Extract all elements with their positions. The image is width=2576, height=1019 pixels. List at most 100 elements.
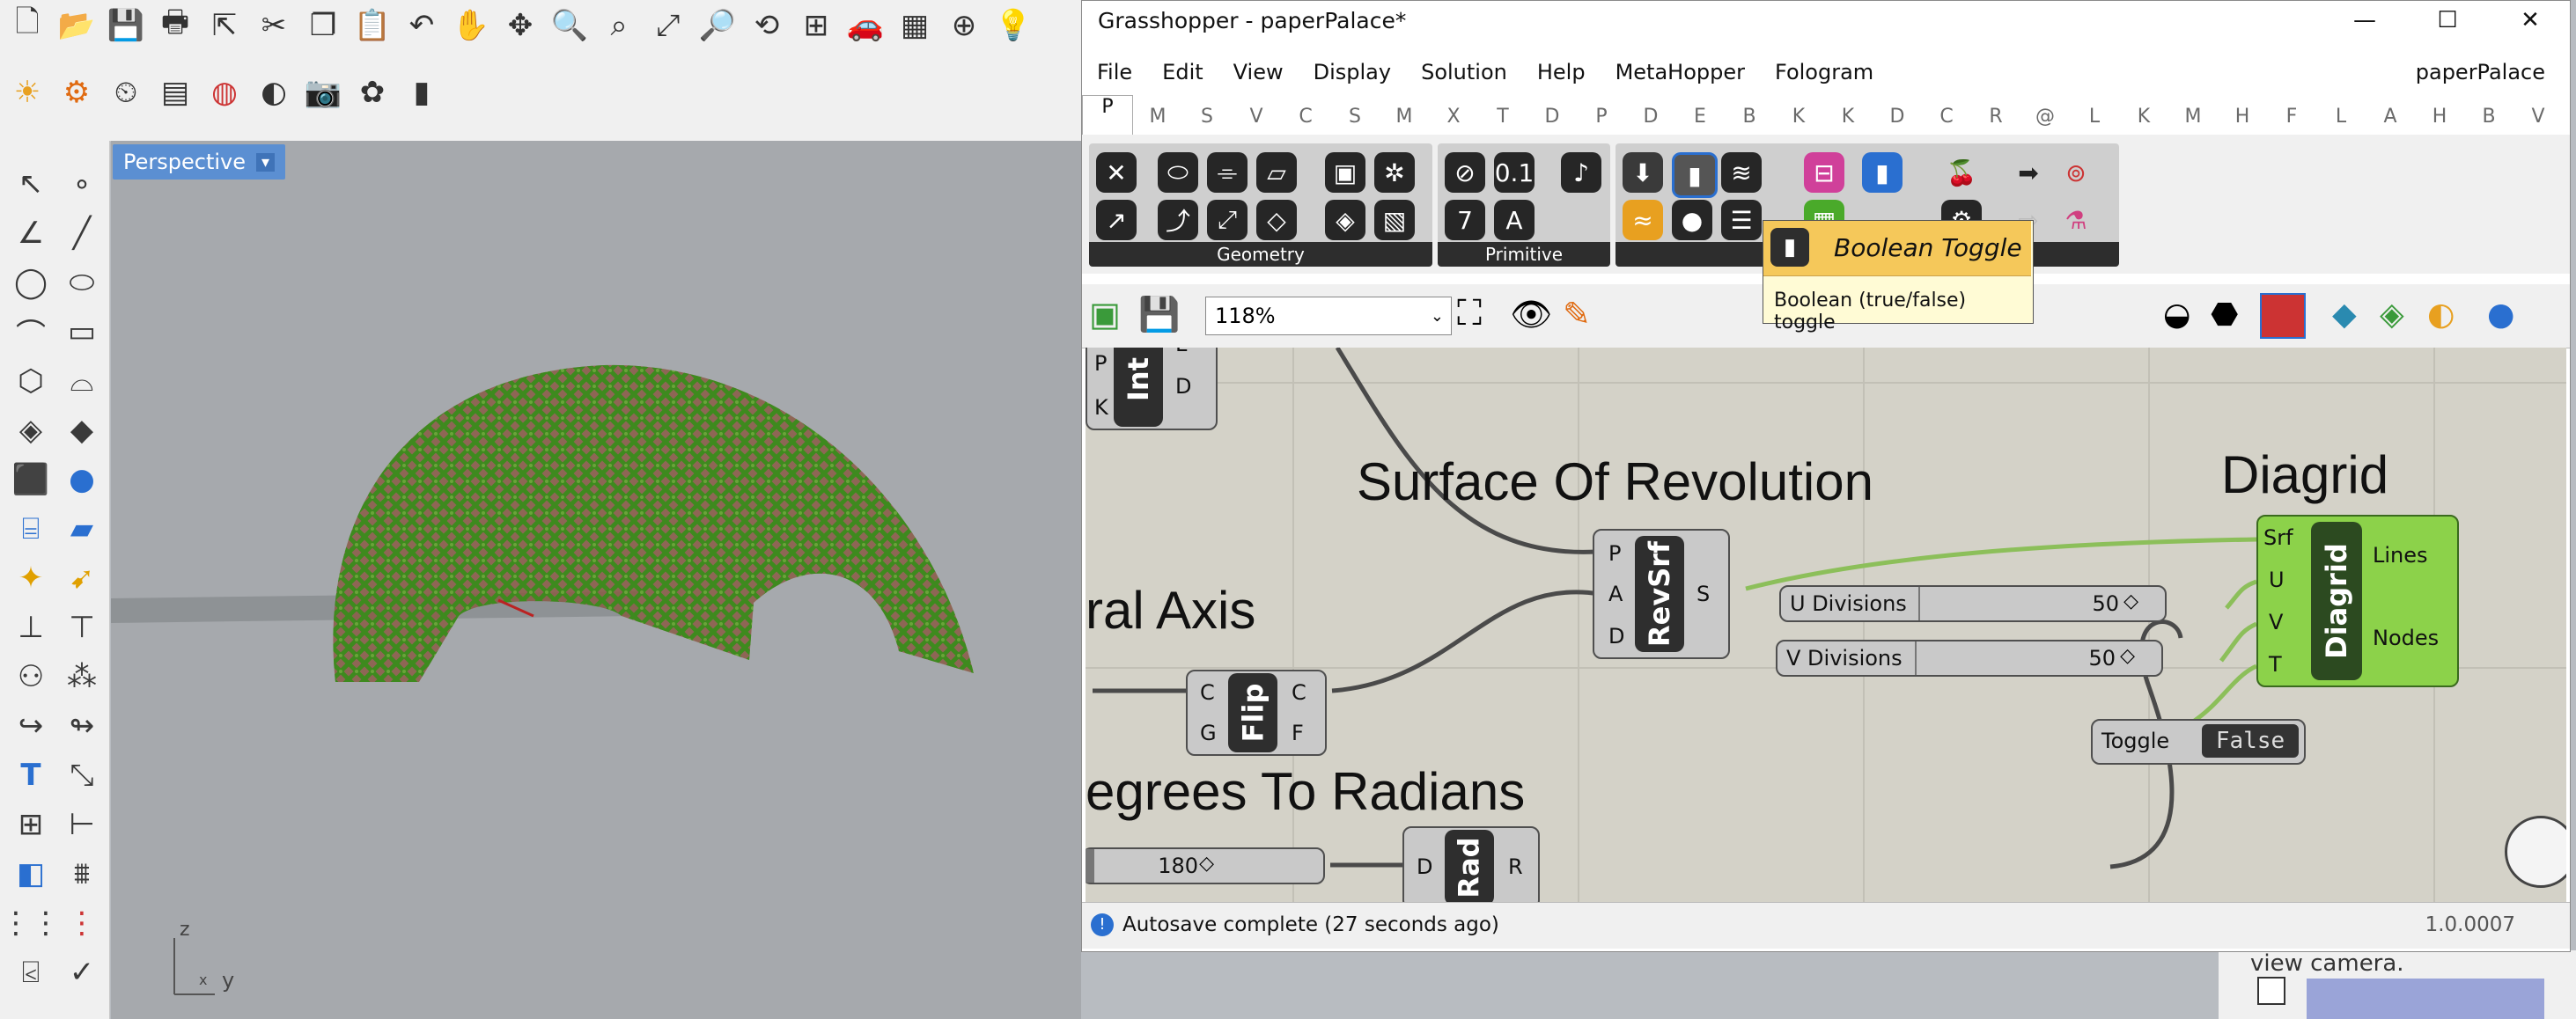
brep-icon[interactable]: ◈ xyxy=(1325,200,1365,240)
arrow-icon[interactable]: ↗ xyxy=(1096,200,1137,240)
tab[interactable]: K xyxy=(2119,106,2168,135)
text-icon[interactable]: T xyxy=(7,751,55,799)
new-file-icon[interactable]: 🗋 xyxy=(5,4,49,48)
music-icon[interactable]: ♪ xyxy=(1561,152,1601,193)
flip-output-c[interactable]: C xyxy=(1292,680,1306,705)
tab[interactable]: H xyxy=(2218,106,2267,135)
materials-icon[interactable]: ◍ xyxy=(202,70,247,114)
mesh-icon[interactable]: ◧ xyxy=(7,850,55,898)
line-icon[interactable]: ╱ xyxy=(58,209,106,257)
boolean-icon[interactable]: ⊘ xyxy=(1445,152,1485,193)
save-icon[interactable]: 💾 xyxy=(104,4,148,48)
print-icon[interactable]: 🖶 xyxy=(153,4,197,48)
integer-icon[interactable]: 7 xyxy=(1445,200,1485,240)
loop-icon[interactable]: ⌯ xyxy=(1207,152,1248,193)
tab[interactable]: E xyxy=(1675,106,1725,135)
surface-icon[interactable]: ◈ xyxy=(7,407,55,454)
diagrid-input-srf[interactable]: Srf xyxy=(2263,525,2293,550)
zoom-extents-icon[interactable]: ⛶ xyxy=(1457,293,1482,334)
slider-knob-icon[interactable]: ◇ xyxy=(2120,645,2135,667)
slider-icon[interactable]: ⊟ xyxy=(1804,152,1844,193)
four-viewports-icon[interactable]: ⊞ xyxy=(794,4,838,48)
rad-input-d[interactable]: D xyxy=(1417,854,1432,879)
arc-icon[interactable]: ⌓ xyxy=(58,357,106,405)
open-file-icon[interactable]: 📂 xyxy=(55,4,99,48)
boolean-icon[interactable]: ⚇ xyxy=(7,653,55,700)
copy-icon[interactable]: ❐ xyxy=(301,4,345,48)
u-divisions-slider[interactable]: U Divisions 50 ◇ xyxy=(1779,585,2167,622)
snap-icon[interactable]: ⋮ xyxy=(58,899,106,947)
tab[interactable]: D xyxy=(1626,106,1675,135)
box-icon[interactable]: ▣ xyxy=(1325,152,1365,193)
int-input-p[interactable]: P xyxy=(1094,351,1107,376)
menu-view[interactable]: View xyxy=(1218,60,1299,84)
light-bulb-icon[interactable]: 💡 xyxy=(991,4,1035,48)
preview-wire-icon[interactable]: ⬣ xyxy=(2211,297,2238,333)
trim-icon[interactable]: ⊥ xyxy=(7,604,55,651)
split-icon[interactable]: ⊤ xyxy=(58,604,106,651)
tab[interactable]: S xyxy=(1182,106,1232,135)
circle-icon[interactable]: ◯ xyxy=(7,259,55,306)
tab[interactable]: H xyxy=(2415,106,2464,135)
tab[interactable]: M xyxy=(2168,106,2218,135)
bar-chart-icon[interactable]: ▮ xyxy=(400,70,444,114)
zoom-extents-icon[interactable]: ⤢ xyxy=(646,4,690,48)
slider-knob-icon[interactable]: ◇ xyxy=(2123,590,2138,612)
loft-icon[interactable]: ◆ xyxy=(58,407,106,454)
render-settings-icon[interactable]: ⚙ xyxy=(55,70,99,114)
tab[interactable]: R xyxy=(1971,106,2020,135)
tab-params[interactable]: P xyxy=(1082,95,1133,135)
layers-icon[interactable]: ▦ xyxy=(893,4,937,48)
menu-file[interactable]: File xyxy=(1082,60,1147,84)
boolean-toggle[interactable]: Toggle False xyxy=(2091,719,2306,765)
sphere-icon[interactable]: ● xyxy=(58,456,106,503)
arrow-right-icon[interactable]: ➡ xyxy=(2008,152,2049,193)
cherry-icon[interactable]: 🍒 xyxy=(1941,152,1982,193)
tab[interactable]: S xyxy=(1330,106,1380,135)
flip-output-f[interactable]: F xyxy=(1292,721,1304,745)
control-icon[interactable]: ▮ xyxy=(1862,152,1903,193)
v-divisions-slider[interactable]: V Divisions 50 ◇ xyxy=(1776,640,2163,677)
material-icon[interactable]: ◐ xyxy=(2427,297,2455,333)
diamond-icon[interactable]: ◇ xyxy=(1256,200,1297,240)
tab[interactable]: M xyxy=(1133,106,1182,135)
field-icon[interactable]: ▧ xyxy=(1374,200,1415,240)
tab[interactable]: @ xyxy=(2020,106,2070,135)
preview-shaded-icon[interactable]: ◒ xyxy=(2163,297,2190,333)
transform-icon[interactable]: ✦ xyxy=(7,554,55,602)
polygon-icon[interactable]: ⬡ xyxy=(7,357,55,405)
revsrf-input-d[interactable]: D xyxy=(1608,624,1624,649)
open-file-icon[interactable]: ▣ xyxy=(1089,295,1121,334)
curve-icon[interactable]: ⌒ xyxy=(7,308,55,356)
tab[interactable]: D xyxy=(1527,106,1577,135)
x-icon[interactable]: ✕ xyxy=(1096,152,1137,193)
array-icon[interactable]: ⊞ xyxy=(7,801,55,848)
number-icon[interactable]: 0.1 xyxy=(1494,152,1535,193)
properties-icon[interactable]: ▤ xyxy=(153,70,197,114)
target-icon[interactable]: ⊕ xyxy=(942,4,986,48)
download-icon[interactable]: ⬇ xyxy=(1623,152,1663,193)
flask-icon[interactable]: ⚗ xyxy=(2056,200,2096,240)
rad-component[interactable]: Rad D R xyxy=(1402,826,1540,902)
ellipse-icon[interactable]: ⬭ xyxy=(1158,152,1198,193)
tab[interactable]: K xyxy=(1823,106,1873,135)
zoom-select[interactable]: 118% ⌄ xyxy=(1205,297,1452,335)
blend-icon[interactable]: ↬ xyxy=(58,702,106,750)
text-icon[interactable]: A xyxy=(1494,200,1535,240)
menu-metahopper[interactable]: MetaHopper xyxy=(1601,60,1760,84)
diagrid-output-lines[interactable]: Lines xyxy=(2373,543,2428,568)
int-output-l[interactable]: L xyxy=(1175,348,1187,356)
light-icon[interactable]: ◐ xyxy=(252,70,296,114)
preview-eye-icon[interactable]: 👁 xyxy=(1510,295,1552,334)
segment-icon[interactable]: ⤢ xyxy=(1207,200,1248,240)
box-icon[interactable]: ⬛ xyxy=(7,456,55,503)
edit-points-icon[interactable]: ⍃ xyxy=(7,949,55,996)
minimize-icon[interactable]: — xyxy=(2325,1,2404,40)
export-icon[interactable]: ⇱ xyxy=(202,4,247,48)
tab[interactable]: F xyxy=(2267,106,2316,135)
save-icon[interactable]: 💾 xyxy=(1138,295,1180,334)
tab[interactable]: B xyxy=(2464,106,2513,135)
mesh-icon[interactable]: ✲ xyxy=(1374,152,1415,193)
tab[interactable]: K xyxy=(1774,106,1823,135)
sun-icon[interactable]: ☀ xyxy=(5,70,49,114)
